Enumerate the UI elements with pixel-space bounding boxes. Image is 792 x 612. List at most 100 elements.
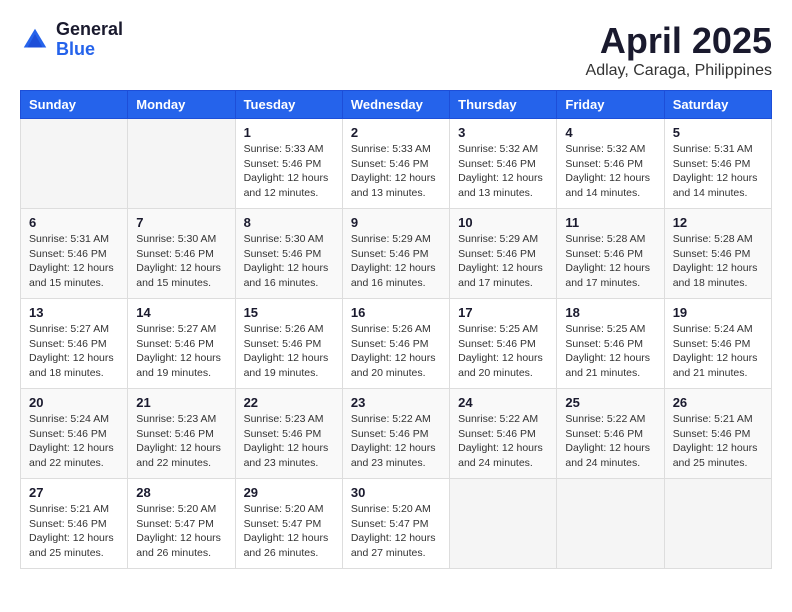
- day-info: Sunrise: 5:29 AM Sunset: 5:46 PM Dayligh…: [351, 232, 441, 291]
- day-number: 11: [565, 215, 655, 230]
- weekday-header-row: SundayMondayTuesdayWednesdayThursdayFrid…: [21, 91, 772, 119]
- day-info: Sunrise: 5:20 AM Sunset: 5:47 PM Dayligh…: [136, 502, 226, 561]
- day-info: Sunrise: 5:21 AM Sunset: 5:46 PM Dayligh…: [29, 502, 119, 561]
- calendar-cell: [128, 119, 235, 209]
- header: General Blue April 2025 Adlay, Caraga, P…: [20, 20, 772, 80]
- day-info: Sunrise: 5:30 AM Sunset: 5:46 PM Dayligh…: [136, 232, 226, 291]
- day-number: 21: [136, 395, 226, 410]
- calendar-cell: 30Sunrise: 5:20 AM Sunset: 5:47 PM Dayli…: [342, 479, 449, 569]
- calendar-cell: 29 Sunrise: 5:20 AM Sunset: 5:47 PM Dayli…: [235, 479, 342, 569]
- calendar-cell: 2 Sunrise: 5:33 AM Sunset: 5:46 PM Daylig…: [342, 119, 449, 209]
- day-number: 30: [351, 485, 441, 500]
- calendar-cell: 4 Sunrise: 5:32 AM Sunset: 5:46 PM Daylig…: [557, 119, 664, 209]
- day-info: Sunrise: 5:33 AM Sunset: 5:46 PM Dayligh…: [244, 142, 334, 201]
- day-info: Sunrise: 5:20 AM Sunset: 5:47 PM Dayligh…: [244, 502, 334, 561]
- location-title: Adlay, Caraga, Philippines: [586, 62, 772, 80]
- calendar-cell: 19 Sunrise: 5:24 AM Sunset: 5:46 PM Dayli…: [664, 299, 771, 389]
- day-info: Sunrise: 5:28 AM Sunset: 5:46 PM Dayligh…: [673, 232, 763, 291]
- calendar-cell: [21, 119, 128, 209]
- weekday-header-monday: Monday: [128, 91, 235, 119]
- calendar-body: 1 Sunrise: 5:33 AM Sunset: 5:46 PM Daylig…: [21, 119, 772, 569]
- calendar-week-row: 27 Sunrise: 5:21 AM Sunset: 5:46 PM Dayli…: [21, 479, 772, 569]
- calendar-cell: 17 Sunrise: 5:25 AM Sunset: 5:46 PM Dayli…: [450, 299, 557, 389]
- calendar-cell: 11Sunrise: 5:28 AM Sunset: 5:46 PM Dayli…: [557, 209, 664, 299]
- day-info: Sunrise: 5:32 AM Sunset: 5:46 PM Dayligh…: [565, 142, 655, 201]
- logo-icon: [20, 25, 50, 55]
- day-number: 1: [244, 125, 334, 140]
- calendar-cell: 10Sunrise: 5:29 AM Sunset: 5:46 PM Dayli…: [450, 209, 557, 299]
- calendar-week-row: 20 Sunrise: 5:24 AM Sunset: 5:46 PM Dayli…: [21, 389, 772, 479]
- day-number: 15: [244, 305, 334, 320]
- calendar-cell: [664, 479, 771, 569]
- day-info: Sunrise: 5:23 AM Sunset: 5:46 PM Dayligh…: [136, 412, 226, 471]
- day-number: 5: [673, 125, 763, 140]
- day-number: 24: [458, 395, 548, 410]
- calendar-cell: 12 Sunrise: 5:28 AM Sunset: 5:46 PM Dayli…: [664, 209, 771, 299]
- calendar-cell: 24 Sunrise: 5:22 AM Sunset: 5:46 PM Dayli…: [450, 389, 557, 479]
- day-number: 9: [351, 215, 441, 230]
- title-area: April 2025 Adlay, Caraga, Philippines: [586, 20, 772, 80]
- day-number: 14: [136, 305, 226, 320]
- day-number: 19: [673, 305, 763, 320]
- weekday-header-friday: Friday: [557, 91, 664, 119]
- weekday-header-thursday: Thursday: [450, 91, 557, 119]
- calendar-cell: 18Sunrise: 5:25 AM Sunset: 5:46 PM Dayli…: [557, 299, 664, 389]
- day-number: 4: [565, 125, 655, 140]
- calendar-cell: 23 Sunrise: 5:22 AM Sunset: 5:46 PM Dayli…: [342, 389, 449, 479]
- day-info: Sunrise: 5:22 AM Sunset: 5:46 PM Dayligh…: [351, 412, 441, 471]
- logo-blue-text: Blue: [56, 40, 123, 60]
- calendar-cell: 26Sunrise: 5:21 AM Sunset: 5:46 PM Dayli…: [664, 389, 771, 479]
- calendar-cell: 22 Sunrise: 5:23 AM Sunset: 5:46 PM Dayli…: [235, 389, 342, 479]
- weekday-header-saturday: Saturday: [664, 91, 771, 119]
- day-number: 7: [136, 215, 226, 230]
- calendar-cell: 5Sunrise: 5:31 AM Sunset: 5:46 PM Daylig…: [664, 119, 771, 209]
- calendar-week-row: 1 Sunrise: 5:33 AM Sunset: 5:46 PM Daylig…: [21, 119, 772, 209]
- weekday-header-sunday: Sunday: [21, 91, 128, 119]
- calendar-cell: 27 Sunrise: 5:21 AM Sunset: 5:46 PM Dayli…: [21, 479, 128, 569]
- day-number: 17: [458, 305, 548, 320]
- calendar-cell: 20 Sunrise: 5:24 AM Sunset: 5:46 PM Dayli…: [21, 389, 128, 479]
- day-info: Sunrise: 5:24 AM Sunset: 5:46 PM Dayligh…: [673, 322, 763, 381]
- calendar-cell: 13Sunrise: 5:27 AM Sunset: 5:46 PM Dayli…: [21, 299, 128, 389]
- calendar-week-row: 13 Sunrise: 5:27 AM Sunset: 5:46 PM Dayli…: [21, 299, 772, 389]
- day-number: 2: [351, 125, 441, 140]
- calendar-cell: 15 Sunrise: 5:26 AM Sunset: 5:46 PM Dayli…: [235, 299, 342, 389]
- day-info: Sunrise: 5:21 AM Sunset: 5:46 PM Dayligh…: [673, 412, 763, 471]
- day-number: 12: [673, 215, 763, 230]
- day-info: Sunrise: 5:27 AM Sunset: 5:46 PM Dayligh…: [136, 322, 226, 381]
- day-number: 3: [458, 125, 548, 140]
- day-number: 16: [351, 305, 441, 320]
- day-number: 22: [244, 395, 334, 410]
- day-number: 8: [244, 215, 334, 230]
- day-number: 29: [244, 485, 334, 500]
- day-number: 27: [29, 485, 119, 500]
- day-info: Sunrise: 5:25 AM Sunset: 5:46 PM Dayligh…: [458, 322, 548, 381]
- calendar-cell: 21 Sunrise: 5:23 AM Sunset: 5:46 PM Dayli…: [128, 389, 235, 479]
- calendar-cell: 7 Sunrise: 5:30 AM Sunset: 5:46 PM Daylig…: [128, 209, 235, 299]
- calendar-header: SundayMondayTuesdayWednesdayThursdayFrid…: [21, 91, 772, 119]
- calendar-cell: 14 Sunrise: 5:27 AM Sunset: 5:46 PM Dayli…: [128, 299, 235, 389]
- calendar-cell: 8Sunrise: 5:30 AM Sunset: 5:46 PM Daylig…: [235, 209, 342, 299]
- day-number: 23: [351, 395, 441, 410]
- day-info: Sunrise: 5:24 AM Sunset: 5:46 PM Dayligh…: [29, 412, 119, 471]
- day-number: 6: [29, 215, 119, 230]
- day-info: Sunrise: 5:22 AM Sunset: 5:46 PM Dayligh…: [458, 412, 548, 471]
- day-info: Sunrise: 5:23 AM Sunset: 5:46 PM Dayligh…: [244, 412, 334, 471]
- day-info: Sunrise: 5:25 AM Sunset: 5:46 PM Dayligh…: [565, 322, 655, 381]
- day-number: 28: [136, 485, 226, 500]
- calendar-week-row: 6 Sunrise: 5:31 AM Sunset: 5:46 PM Daylig…: [21, 209, 772, 299]
- day-info: Sunrise: 5:31 AM Sunset: 5:46 PM Dayligh…: [29, 232, 119, 291]
- weekday-header-wednesday: Wednesday: [342, 91, 449, 119]
- day-number: 25: [565, 395, 655, 410]
- calendar-cell: 3 Sunrise: 5:32 AM Sunset: 5:46 PM Daylig…: [450, 119, 557, 209]
- day-number: 10: [458, 215, 548, 230]
- calendar-cell: 28 Sunrise: 5:20 AM Sunset: 5:47 PM Dayli…: [128, 479, 235, 569]
- calendar-cell: 16Sunrise: 5:26 AM Sunset: 5:46 PM Dayli…: [342, 299, 449, 389]
- day-info: Sunrise: 5:32 AM Sunset: 5:46 PM Dayligh…: [458, 142, 548, 201]
- day-number: 20: [29, 395, 119, 410]
- day-info: Sunrise: 5:26 AM Sunset: 5:46 PM Dayligh…: [244, 322, 334, 381]
- weekday-header-tuesday: Tuesday: [235, 91, 342, 119]
- day-info: Sunrise: 5:33 AM Sunset: 5:46 PM Dayligh…: [351, 142, 441, 201]
- day-number: 13: [29, 305, 119, 320]
- calendar-cell: 1 Sunrise: 5:33 AM Sunset: 5:46 PM Daylig…: [235, 119, 342, 209]
